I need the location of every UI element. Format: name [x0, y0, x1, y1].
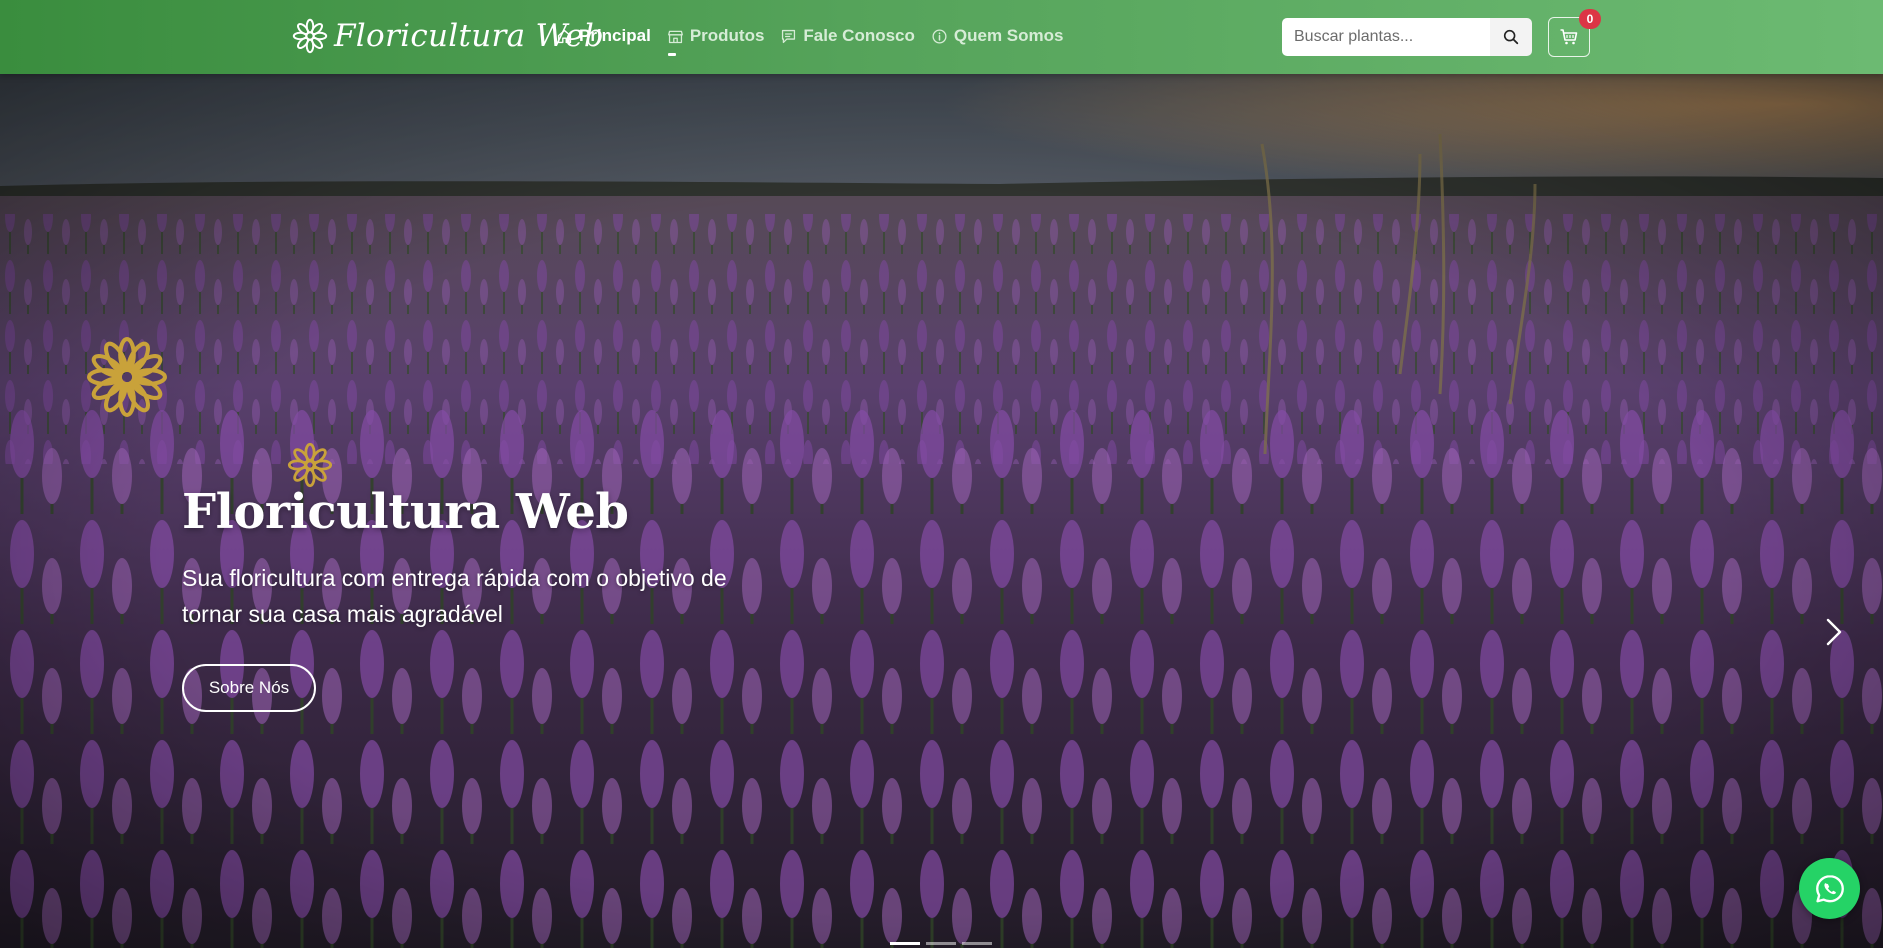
hero-carousel: Floricultura Web Sua floricultura com en…	[0, 74, 1883, 948]
cart-icon	[1560, 29, 1578, 45]
nav-link-principal[interactable]: Principal	[556, 22, 651, 50]
carousel-indicator-1[interactable]	[890, 942, 920, 945]
nav-link-label: Produtos	[689, 26, 765, 45]
decorative-flower-icon	[87, 337, 167, 417]
carousel-next-button[interactable]	[1814, 612, 1854, 652]
hero-title: Floricultura Web	[182, 484, 629, 540]
active-nav-indicator	[668, 53, 676, 56]
whatsapp-icon	[1815, 874, 1844, 902]
nav-link-label: Principal	[579, 26, 651, 45]
chat-icon	[782, 29, 796, 43]
search-form	[1282, 18, 1532, 56]
cart-button[interactable]: 0	[1548, 9, 1601, 57]
nav-link-label: Fale Conosco	[803, 26, 915, 45]
chevron-right-icon	[1826, 618, 1842, 646]
whatsapp-button[interactable]	[1799, 858, 1860, 919]
home-icon	[557, 29, 572, 43]
about-us-button[interactable]: Sobre Nós	[182, 664, 316, 712]
nav-link-fale-conosco[interactable]: Fale Conosco	[780, 22, 915, 50]
hero-subtitle: Sua floricultura com entrega rápida com …	[182, 565, 727, 627]
store-icon	[667, 30, 683, 43]
nav-link-quem-somos[interactable]: Quem Somos	[931, 22, 1064, 50]
carousel-indicator-3[interactable]	[962, 942, 992, 945]
cart-count-badge: 0	[1579, 9, 1601, 29]
info-icon	[932, 28, 947, 44]
decorative-flower-icon	[287, 442, 333, 488]
search-icon	[1503, 29, 1519, 45]
search-input[interactable]	[1282, 18, 1490, 56]
navbar: Floricultura Web Principal Produtos Fale…	[0, 0, 1883, 74]
nav-link-label: Quem Somos	[953, 26, 1064, 45]
search-button[interactable]	[1490, 18, 1532, 56]
flower-logo-icon	[292, 18, 328, 54]
carousel-indicators	[890, 942, 998, 945]
main-nav: Principal Produtos Fale Conosco Quem Som…	[556, 22, 1079, 50]
carousel-indicator-2[interactable]	[926, 942, 956, 945]
nav-link-produtos[interactable]: Produtos	[667, 22, 765, 50]
